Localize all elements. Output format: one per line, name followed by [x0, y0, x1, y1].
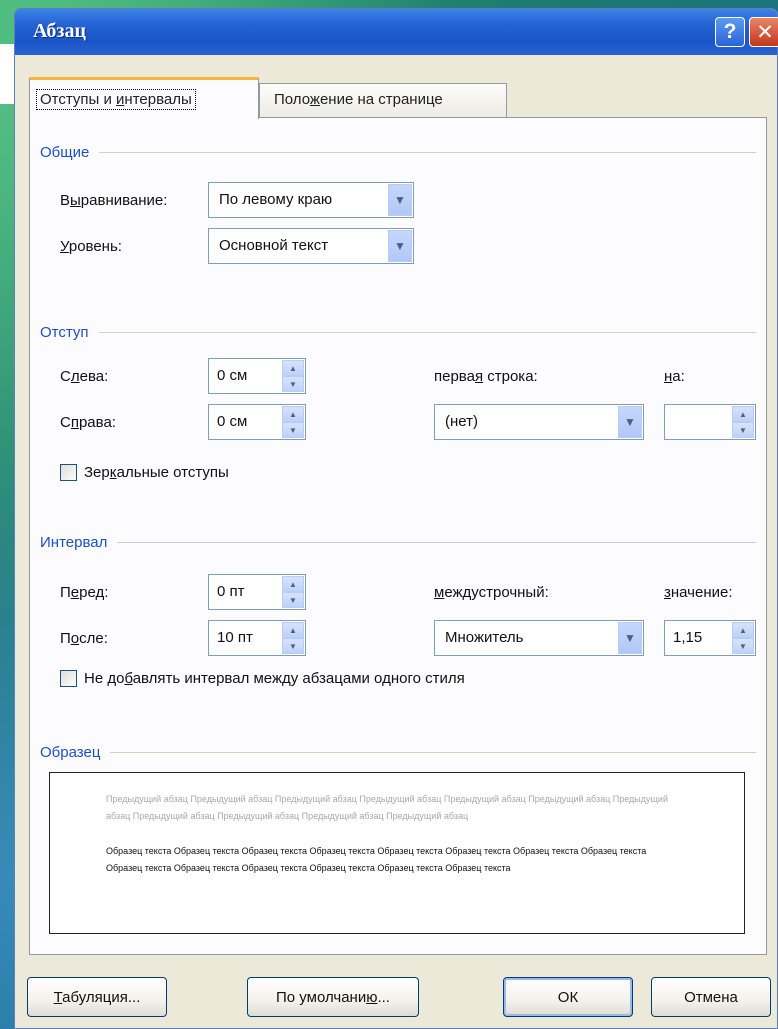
- spinner-arrows-icon[interactable]: ▲ ▼: [282, 622, 304, 654]
- line-spacing-at-label: значение:: [664, 584, 733, 601]
- no-space-same-style-label[interactable]: Не добавлять интервал между абзацами одн…: [84, 670, 465, 687]
- level-select[interactable]: Основной текст ▼: [208, 228, 414, 264]
- alignment-label: Выравнивание:: [60, 192, 168, 209]
- paragraph-preview: Предыдущий абзац Предыдущий абзац Предыд…: [49, 772, 745, 934]
- space-after-value: 10 пт: [217, 629, 253, 646]
- alignment-value: По левому краю: [219, 191, 333, 208]
- no-space-same-style-checkbox[interactable]: [60, 670, 77, 687]
- space-before-label: Перед:: [60, 584, 109, 601]
- right-indent-label: Справа:: [60, 414, 116, 431]
- first-line-select[interactable]: (нет) ▼: [434, 404, 644, 440]
- tab-label: Отступы и интервалы: [36, 89, 196, 110]
- chevron-down-icon[interactable]: ▼: [618, 406, 642, 438]
- level-label: Уровень:: [60, 238, 122, 255]
- line-spacing-at-spinner[interactable]: 1,15 ▲ ▼: [664, 620, 756, 656]
- line-spacing-at-value: 1,15: [673, 629, 703, 646]
- chevron-down-icon[interactable]: ▼: [618, 622, 642, 654]
- spinner-arrows-icon[interactable]: ▲ ▼: [282, 360, 304, 392]
- preview-previous-paragraph: Предыдущий абзац Предыдущий абзац Предыд…: [106, 794, 668, 821]
- ok-button-label: ОК: [557, 988, 579, 1006]
- line-spacing-value: Множитель: [445, 629, 524, 646]
- close-icon: ✕: [756, 20, 774, 44]
- line-spacing-select[interactable]: Множитель ▼: [434, 620, 644, 656]
- general-section-header: Общие: [40, 144, 756, 161]
- spinner-arrows-icon[interactable]: ▲ ▼: [282, 406, 304, 438]
- left-indent-label: Слева:: [60, 368, 109, 385]
- tabs-button-label: Табуляция...: [53, 988, 141, 1006]
- help-button[interactable]: ?: [715, 17, 745, 47]
- indent-section-header: Отступ: [40, 324, 756, 341]
- line-spacing-label: междустрочный:: [434, 584, 549, 601]
- left-indent-value: 0 см: [217, 367, 248, 384]
- spacing-section-header: Интервал: [40, 534, 756, 551]
- space-after-spinner[interactable]: 10 пт ▲ ▼: [208, 620, 306, 656]
- right-indent-spinner[interactable]: 0 см ▲ ▼: [208, 404, 306, 440]
- first-line-by-spinner[interactable]: ▲ ▼: [664, 404, 756, 440]
- preview-section-header: Образец: [40, 744, 756, 761]
- dialog-title: Абзац: [33, 20, 86, 42]
- alignment-select[interactable]: По левому краю ▼: [208, 182, 414, 218]
- spinner-arrows-icon[interactable]: ▲ ▼: [732, 622, 754, 654]
- close-button[interactable]: ✕: [749, 17, 778, 47]
- preview-sample-paragraph: Образец текста Образец текста Образец те…: [106, 846, 647, 873]
- space-before-value: 0 пт: [217, 583, 245, 600]
- set-default-button[interactable]: По умолчанию...: [247, 977, 419, 1017]
- tab-line-page-breaks[interactable]: Положение на странице: [259, 83, 507, 117]
- chevron-down-icon[interactable]: ▼: [388, 184, 412, 216]
- title-bar[interactable]: Абзац ? ✕: [15, 9, 778, 55]
- spinner-arrows-icon[interactable]: ▲ ▼: [732, 406, 754, 438]
- help-icon: ?: [723, 20, 737, 43]
- set-default-button-label: По умолчанию...: [276, 988, 390, 1006]
- mirror-indents-checkbox[interactable]: [60, 464, 77, 481]
- level-value: Основной текст: [219, 237, 329, 254]
- space-before-spinner[interactable]: 0 пт ▲ ▼: [208, 574, 306, 610]
- ok-button[interactable]: ОК: [503, 977, 633, 1017]
- spinner-arrows-icon[interactable]: ▲ ▼: [282, 576, 304, 608]
- paragraph-dialog: Абзац ? ✕ Отступы и интервалы Положение …: [14, 8, 778, 1029]
- tab-indents-spacing[interactable]: Отступы и интервалы: [29, 77, 259, 119]
- first-line-by-label: на:: [664, 368, 685, 385]
- chevron-down-icon[interactable]: ▼: [388, 230, 412, 262]
- left-indent-spinner[interactable]: 0 см ▲ ▼: [208, 358, 306, 394]
- mirror-indents-label[interactable]: Зеркальные отступы: [84, 464, 229, 481]
- first-line-label: первая строка:: [434, 368, 538, 385]
- cancel-button[interactable]: Отмена: [651, 977, 771, 1017]
- right-indent-value: 0 см: [217, 413, 248, 430]
- tab-label: Положение на странице: [274, 91, 443, 108]
- space-after-label: После:: [60, 630, 108, 647]
- tabs-button[interactable]: Табуляция...: [27, 977, 167, 1017]
- cancel-button-label: Отмена: [684, 988, 738, 1006]
- first-line-value: (нет): [445, 413, 478, 430]
